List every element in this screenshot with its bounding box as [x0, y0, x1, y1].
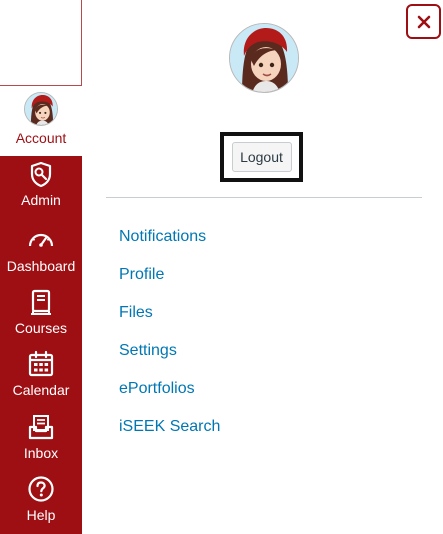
nav-item-label: Dashboard: [6, 258, 76, 274]
inbox-icon: [28, 415, 54, 440]
logout-focus-ring: Logout: [220, 132, 303, 182]
list-item: Profile: [119, 264, 220, 302]
nav-item-label: Calendar: [12, 382, 70, 398]
account-links: Notifications Profile Files Settings ePo…: [119, 226, 220, 454]
shield-icon: [30, 161, 52, 188]
nav-item-admin[interactable]: Admin: [0, 160, 82, 222]
logout-button[interactable]: Logout: [231, 142, 292, 172]
dashboard-icon: [28, 233, 54, 247]
list-item: Notifications: [119, 226, 220, 264]
close-icon: [417, 15, 430, 28]
nav-item-courses[interactable]: Courses: [0, 288, 82, 350]
settings-link[interactable]: Settings: [119, 340, 177, 362]
list-item: iSEEK Search: [119, 416, 220, 454]
help-icon: [28, 476, 54, 502]
nav-item-label: Admin: [21, 192, 61, 208]
profile-link[interactable]: Profile: [119, 264, 164, 286]
list-item: Files: [119, 302, 220, 340]
avatar-icon: [24, 92, 58, 126]
list-item: Settings: [119, 340, 220, 378]
nav-item-label: Help: [26, 507, 56, 523]
nav-item-label: Courses: [14, 320, 68, 336]
nav-item-label: Account: [15, 130, 67, 146]
divider: [106, 197, 422, 198]
courses-icon: [31, 289, 51, 315]
list-item: ePortfolios: [119, 378, 220, 416]
global-navigation: Account Admin Dashboard Courses Calendar…: [0, 0, 82, 534]
files-link[interactable]: Files: [119, 302, 153, 324]
eportfolios-link[interactable]: ePortfolios: [119, 378, 195, 400]
close-tray-button[interactable]: [406, 4, 441, 39]
nav-item-help[interactable]: Help: [0, 475, 82, 534]
avatar: [229, 23, 299, 93]
calendar-icon: [28, 350, 54, 377]
logo-area[interactable]: [0, 0, 82, 86]
nav-item-label: Inbox: [23, 445, 59, 461]
nav-item-dashboard[interactable]: Dashboard: [0, 226, 82, 288]
notifications-link[interactable]: Notifications: [119, 226, 206, 248]
nav-item-inbox[interactable]: Inbox: [0, 413, 82, 475]
nav-item-account[interactable]: Account: [0, 86, 82, 156]
iseek-search-link[interactable]: iSEEK Search: [119, 416, 220, 438]
nav-item-calendar[interactable]: Calendar: [0, 350, 82, 412]
